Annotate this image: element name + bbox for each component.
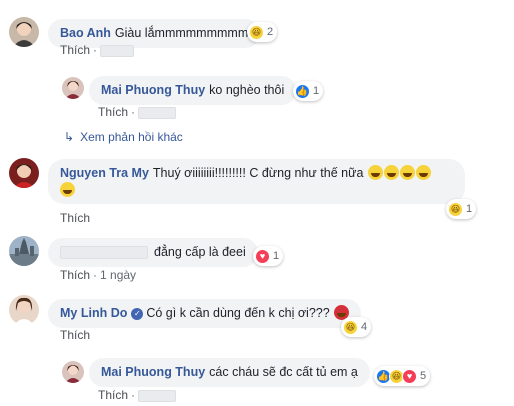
- comment-actions: Thích · 1 ngày: [60, 268, 137, 282]
- comment-text: đẳng cấp là đeei: [154, 245, 246, 259]
- comment-text: Giàu lắmmmmmmmmm: [114, 26, 249, 40]
- comment-actions: Thích: [60, 328, 90, 342]
- reply-arrow-icon: ↳: [64, 130, 75, 144]
- verified-badge-icon: ✓: [131, 307, 144, 320]
- haha-reaction-icon: 😆: [249, 24, 264, 40]
- comment-time[interactable]: 1 ngày: [100, 268, 136, 282]
- reaction-summary[interactable]: ♥ 1: [253, 246, 284, 266]
- comment-actions: Thích: [60, 211, 90, 225]
- reaction-summary[interactable]: 😆 4: [341, 317, 372, 337]
- reaction-count: 1: [466, 203, 473, 215]
- love-reaction-icon: ♥: [255, 248, 270, 264]
- redacted-timestamp: [138, 106, 177, 119]
- reply-text: ko nghèo thôi: [209, 83, 285, 97]
- comment-text: Thuý ơiiiiiiii!!!!!!!!! C đừng như thế n…: [152, 166, 364, 180]
- haha-reaction-icon: 😆: [448, 201, 463, 217]
- laughing-emoji-icon: [383, 165, 399, 180]
- reply-actions: Thích ·: [98, 105, 177, 119]
- redacted-timestamp: [138, 389, 177, 402]
- laughing-emoji-icon: [60, 182, 75, 197]
- like-link[interactable]: Thích: [60, 43, 90, 57]
- like-reaction-icon: 👍: [295, 83, 310, 99]
- like-link[interactable]: Thích: [60, 268, 90, 282]
- comment-actions: Thích ·: [60, 43, 135, 57]
- like-link[interactable]: Thích: [60, 211, 90, 225]
- reaction-count: 5: [420, 370, 427, 382]
- laughing-emoji-icon: [415, 165, 431, 180]
- reaction-summary[interactable]: 👍 😆 ♥ 5: [374, 366, 431, 386]
- reaction-summary[interactable]: 😆 1: [446, 199, 477, 219]
- comment-bubble: đẳng cấp là đeei: [48, 238, 258, 267]
- view-more-replies-link[interactable]: ↳ Xem phản hồi khác: [64, 130, 183, 144]
- comment-text: Có gì k cần dùng đến k chị ơi???: [146, 306, 330, 320]
- like-link[interactable]: Thích: [98, 105, 128, 119]
- reply-author[interactable]: Mai Phuong Thuy: [101, 365, 205, 379]
- comment-author[interactable]: Bao Anh: [60, 26, 111, 40]
- avatar[interactable]: [9, 158, 39, 188]
- reply-author[interactable]: Mai Phuong Thuy: [101, 83, 205, 97]
- rofl-emoji-icon: [367, 165, 383, 180]
- reply-actions: Thích ·: [98, 388, 177, 402]
- reaction-summary[interactable]: 😆 2: [247, 22, 278, 42]
- reply-bubble: Mai Phuong Thuy ko nghèo thôi: [89, 76, 297, 105]
- reply-text: các cháu sẽ đc cất tủ em ạ: [209, 365, 358, 379]
- avatar[interactable]: [9, 236, 39, 266]
- reaction-count: 2: [267, 26, 274, 38]
- haha-reaction-icon: 😆: [343, 319, 358, 335]
- comment-bubble: Nguyen Tra My Thuý ơiiiiiiii!!!!!!!!! C đ…: [48, 159, 465, 204]
- comment-author[interactable]: My Linh Do: [60, 306, 127, 320]
- comment-author[interactable]: Nguyen Tra My: [60, 166, 149, 180]
- laughing-emoji-icon: [399, 165, 415, 180]
- avatar[interactable]: [9, 295, 39, 325]
- reaction-summary[interactable]: 👍 1: [293, 81, 324, 101]
- like-link[interactable]: Thích: [60, 328, 90, 342]
- love-reaction-icon: ♥: [402, 368, 417, 384]
- avatar[interactable]: [9, 17, 39, 47]
- like-link[interactable]: Thích: [98, 388, 128, 402]
- redacted-timestamp: [100, 44, 135, 57]
- reaction-count: 1: [273, 250, 280, 262]
- reaction-count: 1: [313, 85, 320, 97]
- reply-bubble: Mai Phuong Thuy các cháu sẽ đc cất tủ em …: [89, 358, 370, 387]
- comment-bubble: My Linh Do ✓ Có gì k cần dùng đến k chị ơi…: [48, 299, 362, 328]
- avatar[interactable]: [62, 77, 84, 99]
- avatar[interactable]: [62, 361, 84, 383]
- reaction-count: 4: [361, 321, 368, 333]
- redacted-author: [60, 246, 148, 260]
